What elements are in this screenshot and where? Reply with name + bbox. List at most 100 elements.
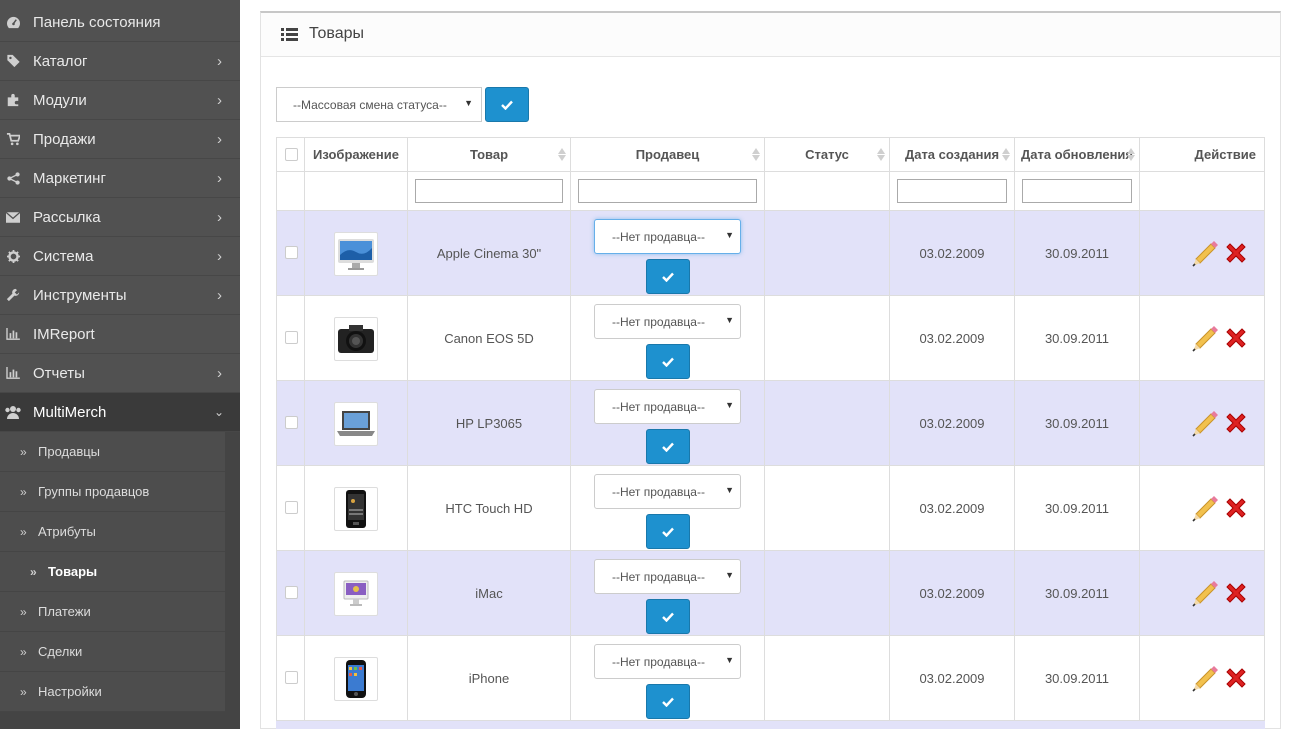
row-select-cell xyxy=(276,296,305,381)
double-chevron-icon: » xyxy=(20,644,27,659)
row-checkbox[interactable] xyxy=(285,501,298,514)
product-thumbnail[interactable] xyxy=(334,316,378,361)
seller-apply-button[interactable] xyxy=(646,684,690,719)
edit-icon[interactable] xyxy=(1190,322,1220,355)
chevron-right-icon: › xyxy=(217,208,222,226)
wrench-icon xyxy=(4,287,22,303)
status-cell xyxy=(765,381,890,466)
submenu-item-sellers[interactable]: » Продавцы xyxy=(0,432,225,472)
created-date: 03.02.2009 xyxy=(919,246,985,261)
select-all-cell xyxy=(276,137,305,172)
check-icon xyxy=(662,697,674,707)
puzzle-icon xyxy=(4,92,22,108)
column-header-created[interactable]: Дата создания xyxy=(890,137,1015,172)
submenu-item-payments[interactable]: » Платежи xyxy=(0,592,225,632)
row-checkbox[interactable] xyxy=(285,416,298,429)
action-cell xyxy=(1140,211,1265,296)
nav-item-multimerch[interactable]: MultiMerch ⌄ xyxy=(0,393,240,432)
filter-cell xyxy=(1015,172,1140,211)
seller-select[interactable]: --Нет продавца-- ▼ xyxy=(594,304,741,339)
action-cell xyxy=(1140,551,1265,636)
nav-item-sales[interactable]: Продажи › xyxy=(0,120,240,159)
product-name: iMac xyxy=(475,586,503,601)
filter-product-input[interactable] xyxy=(415,179,563,203)
seller-apply-button[interactable] xyxy=(646,599,690,634)
chevron-down-icon: ⌄ xyxy=(213,405,224,419)
column-header-seller[interactable]: Продавец xyxy=(571,137,765,172)
product-thumbnail[interactable] xyxy=(334,656,378,701)
nav-item-modules[interactable]: Модули › xyxy=(0,81,240,120)
product-thumbnail[interactable] xyxy=(334,401,378,446)
delete-icon[interactable] xyxy=(1223,580,1249,609)
delete-icon[interactable] xyxy=(1223,495,1249,524)
caret-down-icon: ▼ xyxy=(725,230,734,240)
caret-down-icon: ▼ xyxy=(725,655,734,665)
submenu-item-deals[interactable]: » Сделки xyxy=(0,632,225,672)
select-all-checkbox[interactable] xyxy=(285,148,298,161)
seller-apply-button[interactable] xyxy=(646,514,690,549)
created-date: 03.02.2009 xyxy=(919,586,985,601)
status-cell xyxy=(765,551,890,636)
seller-select[interactable]: --Нет продавца-- ▼ xyxy=(594,644,741,679)
delete-icon[interactable] xyxy=(1223,410,1249,439)
submenu-item-seller-groups[interactable]: » Группы продавцов xyxy=(0,472,225,512)
nav-item-dashboard[interactable]: Панель состояния xyxy=(0,3,240,42)
nav-item-reports[interactable]: Отчеты › xyxy=(0,354,240,393)
mass-status-apply-button[interactable] xyxy=(485,87,529,122)
product-thumbnail[interactable] xyxy=(334,486,378,531)
column-header-updated[interactable]: Дата обновления xyxy=(1015,137,1140,172)
nav-label: Рассылка xyxy=(33,208,101,226)
seller-select[interactable]: --Нет продавца-- ▼ xyxy=(594,559,741,594)
seller-apply-button[interactable] xyxy=(646,429,690,464)
edit-icon[interactable] xyxy=(1190,662,1220,695)
nav-item-system[interactable]: Система › xyxy=(0,237,240,276)
monitor-image xyxy=(337,237,375,271)
filter-seller-input[interactable] xyxy=(578,179,757,203)
submenu-item-settings[interactable]: » Настройки xyxy=(0,672,225,712)
row-checkbox[interactable] xyxy=(285,586,298,599)
mass-status-label: --Массовая смена статуса-- xyxy=(293,97,447,112)
mass-status-select[interactable]: --Массовая смена статуса-- ▼ xyxy=(276,87,482,122)
created-date: 03.02.2009 xyxy=(919,416,985,431)
edit-icon[interactable] xyxy=(1190,237,1220,270)
product-name: Canon EOS 5D xyxy=(444,331,534,346)
delete-icon[interactable] xyxy=(1223,665,1249,694)
seller-select[interactable]: --Нет продавца-- ▼ xyxy=(594,474,741,509)
nav-label: IMReport xyxy=(33,325,95,343)
edit-icon[interactable] xyxy=(1190,492,1220,525)
filter-cell xyxy=(765,172,890,211)
nav-item-imreport[interactable]: IMReport xyxy=(0,315,240,354)
seller-apply-button[interactable] xyxy=(646,344,690,379)
filter-updated-input[interactable] xyxy=(1022,179,1132,203)
row-select-cell xyxy=(276,551,305,636)
column-header-action: Действие xyxy=(1140,137,1265,172)
delete-icon[interactable] xyxy=(1223,325,1249,354)
nav-item-catalog[interactable]: Каталог › xyxy=(0,42,240,81)
seller-select[interactable]: --Нет продавца-- ▼ xyxy=(594,219,741,254)
seller-apply-button[interactable] xyxy=(646,259,690,294)
row-select-cell xyxy=(276,636,305,721)
edit-icon[interactable] xyxy=(1190,407,1220,440)
row-checkbox[interactable] xyxy=(285,671,298,684)
camera-image xyxy=(336,323,376,355)
nav-item-mailing[interactable]: Рассылка › xyxy=(0,198,240,237)
column-header-product[interactable]: Товар xyxy=(408,137,571,172)
row-checkbox[interactable] xyxy=(285,246,298,259)
delete-icon[interactable] xyxy=(1223,240,1249,269)
row-checkbox[interactable] xyxy=(285,331,298,344)
table-row: Canon EOS 5D --Нет продавца-- ▼ 03.02.20… xyxy=(276,296,1265,381)
sort-icon xyxy=(877,148,885,161)
submenu-item-products[interactable]: » Товары xyxy=(0,552,225,592)
product-thumbnail[interactable] xyxy=(334,231,378,276)
created-date-cell: 03.02.2009 xyxy=(890,211,1015,296)
seller-select[interactable]: --Нет продавца-- ▼ xyxy=(594,389,741,424)
column-header-status[interactable]: Статус xyxy=(765,137,890,172)
edit-icon[interactable] xyxy=(1190,577,1220,610)
nav-item-marketing[interactable]: Маркетинг › xyxy=(0,159,240,198)
nav-item-tools[interactable]: Инструменты › xyxy=(0,276,240,315)
product-thumbnail[interactable] xyxy=(334,571,378,616)
filter-created-input[interactable] xyxy=(897,179,1007,203)
product-name-cell: HTC Touch HD xyxy=(408,466,571,551)
submenu-item-attributes[interactable]: » Атрибуты xyxy=(0,512,225,552)
page-title: Товары xyxy=(309,25,365,42)
